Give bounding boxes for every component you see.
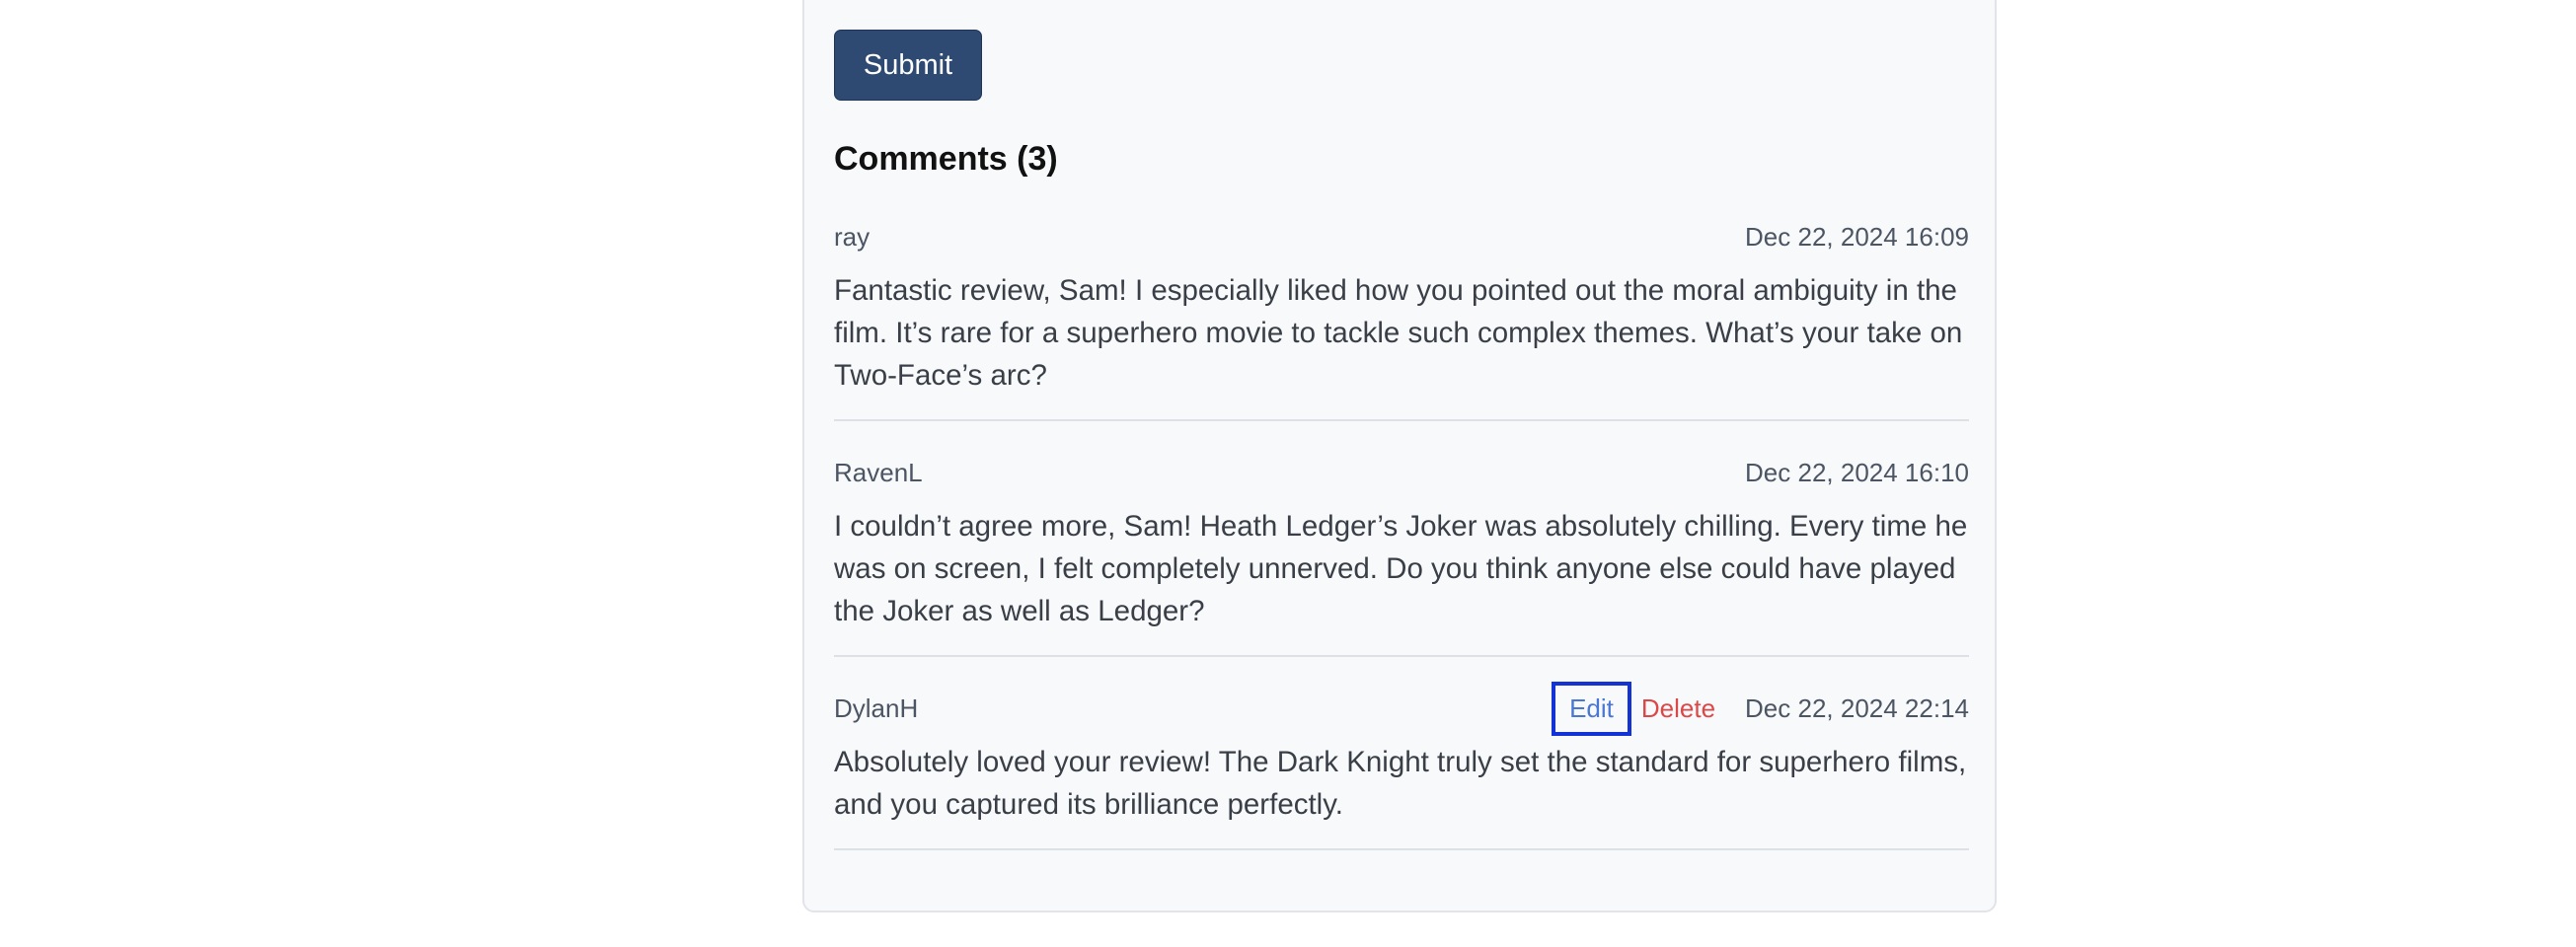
comments-card: Submit Comments (3) ray Dec 22, 2024 16:… [802, 0, 1997, 912]
comment-author: DylanH [834, 692, 919, 723]
comment-header: DylanH Edit Delete Dec 22, 2024 22:14 [834, 681, 1969, 736]
comment-item: ray Dec 22, 2024 16:09 Fantastic review,… [834, 217, 1969, 421]
comment-item: DylanH Edit Delete Dec 22, 2024 22:14 Ab… [834, 681, 1969, 850]
comments-heading: Comments (3) [834, 140, 1058, 178]
comment-body: Fantastic review, Sam! I especially like… [834, 274, 1963, 392]
comment-body: I couldn’t agree more, Sam! Heath Ledger… [834, 510, 1968, 627]
comment-meta: Edit Delete Dec 22, 2024 22:14 [1552, 681, 1969, 736]
comment-item: RavenL Dec 22, 2024 16:10 I couldn’t agr… [834, 453, 1969, 657]
edit-comment-link[interactable]: Edit [1552, 681, 1631, 736]
comment-date: Dec 22, 2024 22:14 [1745, 692, 1969, 723]
comment-body: Absolutely loved your review! The Dark K… [834, 746, 1967, 821]
comment-header: ray Dec 22, 2024 16:09 [834, 217, 1969, 256]
comment-date: Dec 22, 2024 16:09 [1745, 221, 1969, 252]
comment-author: RavenL [834, 457, 923, 487]
delete-comment-link[interactable]: Delete [1641, 693, 1715, 724]
comment-date: Dec 22, 2024 16:10 [1745, 457, 1969, 487]
comment-meta: Dec 22, 2024 16:09 [1745, 222, 1969, 253]
comment-header: RavenL Dec 22, 2024 16:10 [834, 453, 1969, 492]
submit-button[interactable]: Submit [834, 30, 982, 101]
comment-author: ray [834, 221, 871, 252]
comment-meta: Dec 22, 2024 16:10 [1745, 458, 1969, 488]
